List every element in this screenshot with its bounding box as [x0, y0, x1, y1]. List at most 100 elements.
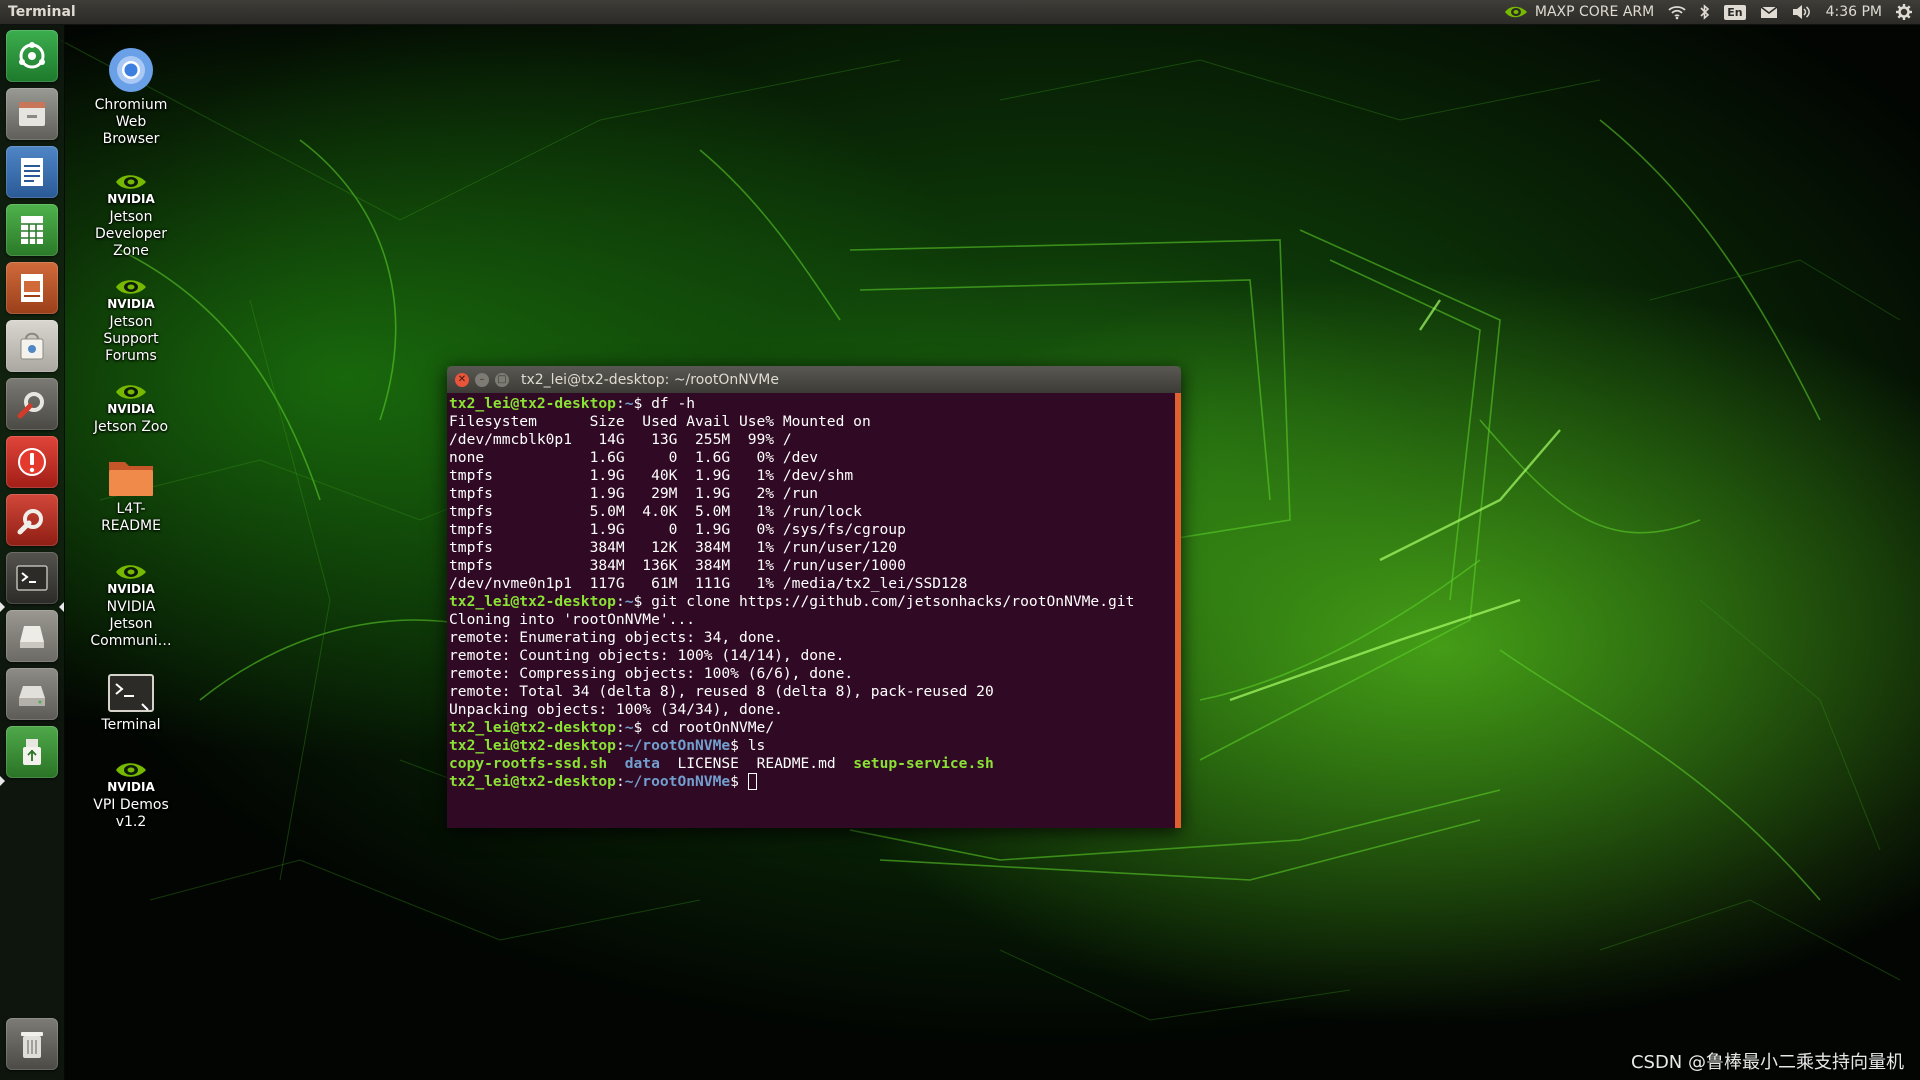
bluetooth-icon: [1700, 4, 1710, 20]
focused-indicator: [59, 602, 64, 612]
shopping-bag-icon: [20, 332, 44, 360]
desktop-icon-label: NVIDIA Jetson Communi…: [90, 599, 172, 649]
desktop-icon-label: Jetson Developer Zone: [94, 209, 167, 259]
terminal-icon: [16, 565, 48, 591]
watermark-text: CSDN @鲁棒最小二乘支持向量机: [1630, 1052, 1904, 1073]
nvidia-wordmark: NVIDIA: [107, 582, 155, 596]
usb-launcher[interactable]: [6, 726, 58, 778]
desktop-icon-vpi-demos[interactable]: NVIDIA VPI Demos v1.2: [72, 744, 190, 831]
terminal-window[interactable]: ✕ – □ tx2_lei@tx2-desktop: ~/rootOnNVMe …: [447, 366, 1181, 828]
nvidia-wordmark: NVIDIA: [107, 402, 155, 416]
maximize-button[interactable]: □: [495, 372, 509, 387]
ls-directory: data: [624, 755, 660, 772]
prompt-line: tx2_lei@tx2-desktop:~$ df -h: [449, 395, 696, 412]
hard-drive-icon: [20, 626, 44, 648]
prompt-line: tx2_lei@tx2-desktop:~$ git clone https:/…: [449, 593, 1135, 610]
prompt-user: tx2_lei@tx2-desktop: [449, 719, 616, 736]
files-launcher[interactable]: [6, 88, 58, 140]
prompt-path: ~: [624, 395, 634, 412]
drive-launcher[interactable]: [6, 610, 58, 662]
clock-indicator[interactable]: 4:36 PM: [1826, 0, 1882, 24]
output-line: Cloning into 'rootOnNVMe'...: [449, 611, 696, 628]
desktop-icon-label: Terminal: [101, 717, 161, 733]
software-updater-launcher[interactable]: [6, 494, 58, 546]
spreadsheet-icon: [21, 216, 43, 244]
dash-home-icon: [19, 42, 45, 69]
nvidia-wordmark: NVIDIA: [107, 780, 155, 794]
desktop-icon-terminal[interactable]: Terminal: [72, 664, 190, 734]
output-line: none 1.6G 0 1.6G 0% /dev: [449, 449, 819, 466]
output-line: Unpacking objects: 100% (34/34), done.: [449, 701, 783, 718]
messaging-indicator[interactable]: [1760, 0, 1778, 24]
terminal-scrollbar[interactable]: [1175, 393, 1181, 828]
maximize-icon: □: [497, 373, 507, 385]
active-app-title: Terminal: [8, 4, 76, 20]
wifi-indicator[interactable]: [1668, 0, 1686, 24]
calc-launcher[interactable]: [6, 204, 58, 256]
prompt-path: ~: [624, 719, 634, 736]
output-line: remote: Enumerating objects: 34, done.: [449, 629, 783, 646]
prompt-user: tx2_lei@tx2-desktop: [449, 593, 616, 610]
prompt-path: ~/rootOnNVMe: [624, 737, 731, 754]
minimize-button[interactable]: –: [475, 372, 489, 387]
envelope-icon: [1760, 5, 1778, 18]
nvpmodel-indicator[interactable]: MAXP CORE ARM: [1503, 0, 1654, 24]
chromium-launcher[interactable]: [6, 30, 58, 82]
running-indicator: [0, 602, 5, 612]
output-line: tmpfs 384M 136K 384M 1% /run/user/1000: [449, 557, 906, 574]
output-line: remote: Compressing objects: 100% (6/6),…: [449, 665, 854, 682]
chromium-icon: [109, 48, 153, 92]
nvidia-wordmark: NVIDIA: [107, 297, 155, 311]
writer-launcher[interactable]: [6, 146, 58, 198]
output-line: Filesystem Size Used Avail Use% Mounted …: [449, 413, 871, 430]
terminal-icon: [108, 674, 154, 712]
bluetooth-indicator[interactable]: [1700, 0, 1710, 24]
ls-file: LICENSE: [677, 755, 739, 772]
keyboard-indicator[interactable]: En: [1724, 0, 1746, 24]
session-indicator[interactable]: [1896, 0, 1912, 24]
prompt-user: tx2_lei@tx2-desktop: [449, 737, 616, 754]
output-line: tmpfs 5.0M 4.0K 5.0M 1% /run/lock: [449, 503, 862, 520]
prompt-path: ~: [624, 593, 634, 610]
output-line: remote: Total 34 (delta 8), reused 8 (de…: [449, 683, 994, 700]
sound-indicator[interactable]: [1792, 0, 1812, 24]
system-settings-launcher[interactable]: [6, 378, 58, 430]
desktop-icon-jetson-support-forums[interactable]: NVIDIA Jetson Support Forums: [72, 261, 190, 365]
desktop-icon-label: Chromium Web Browser: [94, 97, 168, 147]
command-text: cd rootOnNVMe/: [642, 719, 775, 736]
close-button[interactable]: ✕: [455, 372, 469, 387]
desktop-icon-chromium[interactable]: Chromium Web Browser: [72, 44, 190, 148]
clock-label: 4:36 PM: [1825, 4, 1882, 20]
software-center-launcher[interactable]: [6, 320, 58, 372]
disk-drive-icon: [19, 686, 45, 706]
desktop-icon-jetson-developer-zone[interactable]: NVIDIA Jetson Developer Zone: [72, 156, 190, 260]
folder-icon: [109, 462, 153, 496]
window-titlebar[interactable]: ✕ – □ tx2_lei@tx2-desktop: ~/rootOnNVMe: [447, 366, 1181, 393]
optical-drive-launcher[interactable]: [6, 668, 58, 720]
desktop-icon-nvidia-jetson-community[interactable]: NVIDIA NVIDIA Jetson Communi…: [72, 546, 190, 650]
ls-output-line: copy-rootfs-ssd.sh data LICENSE README.m…: [449, 755, 1173, 773]
desktop-icon-l4t-readme[interactable]: L4T- README: [72, 448, 190, 535]
command-text: git clone https://github.com/jetsonhacks…: [642, 593, 1135, 610]
text-cursor: [747, 773, 757, 790]
terminal-launcher[interactable]: [6, 552, 58, 604]
impress-launcher[interactable]: [6, 262, 58, 314]
power-mode-label: MAXP CORE ARM: [1534, 4, 1655, 20]
nvidia-logo-icon: [116, 565, 146, 579]
usb-drive-icon: [23, 739, 41, 765]
wrench-gear-icon: [17, 392, 44, 419]
document-icon: [21, 158, 43, 186]
close-icon: ✕: [457, 373, 467, 385]
alert-icon: [18, 448, 46, 476]
desktop-icon-label: L4T- README: [101, 501, 161, 534]
error-report-launcher[interactable]: [6, 436, 58, 488]
nvidia-logo-icon: [116, 280, 146, 294]
desktop-icon-jetson-zoo[interactable]: NVIDIA Jetson Zoo: [72, 366, 190, 436]
ls-file-executable: setup-service.sh: [853, 755, 994, 772]
terminal-output[interactable]: tx2_lei@tx2-desktop:~$ df -h Filesystem …: [447, 393, 1175, 828]
ls-file: README.md: [756, 755, 836, 772]
nvidia-logo-icon: [1504, 6, 1527, 18]
prompt-line: tx2_lei@tx2-desktop:~/rootOnNVMe$ ls: [449, 737, 766, 754]
wifi-icon: [1668, 6, 1686, 20]
trash-launcher[interactable]: [6, 1018, 58, 1070]
